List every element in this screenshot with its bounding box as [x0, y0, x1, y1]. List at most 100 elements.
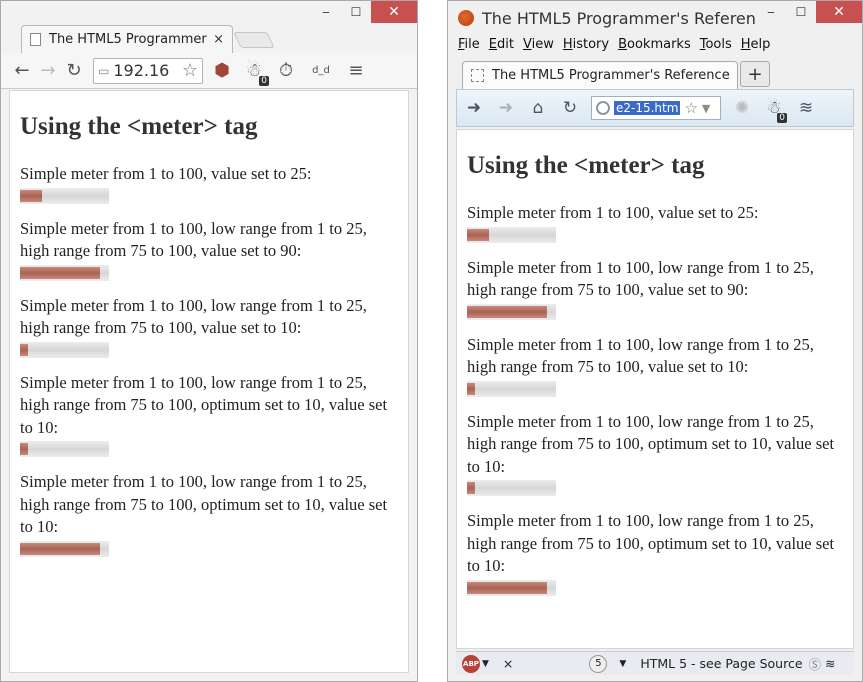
menu-item-help[interactable]: Help	[741, 37, 771, 52]
url-text: e2-15.htm	[614, 101, 681, 115]
menu-item-view[interactable]: View	[523, 37, 554, 52]
minimize-button[interactable]: ‒	[756, 1, 786, 23]
maximize-button[interactable]: ☐	[341, 1, 371, 23]
meter-fill	[20, 343, 29, 356]
forward-arrow-icon[interactable]: →	[35, 58, 61, 84]
layers-icon[interactable]: ≋	[795, 95, 817, 121]
menu-item-edit[interactable]: Edit	[489, 37, 514, 52]
chrome-tab[interactable]: The HTML5 Programmer's ×	[21, 25, 233, 53]
menu-access-key: B	[618, 37, 628, 52]
meter-fill	[20, 542, 100, 555]
firefox-navbar: ➜ ➜ ⌂ ↻ e2-15.htm ☆ ▼ ✺ ☃ 0 ≋	[456, 89, 854, 127]
firefox-titlebar: The HTML5 Programmer's Referen ‒ ☐ ✕	[448, 1, 862, 35]
close-window-button[interactable]: ✕	[816, 1, 862, 23]
menu-item-bookmarks[interactable]: Bookmarks	[618, 37, 691, 52]
chrome-toolbar: ← → ↻ ▭ 192.16 ☆ ⬢ ☃ 0 ⏱ d_d ≡	[1, 53, 417, 89]
menu-label-rest: elp	[750, 37, 771, 52]
close-icon[interactable]: ×	[503, 656, 513, 671]
meter-description: Simple meter from 1 to 100, value set to…	[20, 164, 312, 183]
new-tab-button[interactable]: +	[740, 61, 770, 87]
close-window-button[interactable]: ✕	[371, 1, 417, 23]
chrome-titlebar: The HTML5 Programmer's × ‒ ☐ ✕	[1, 1, 417, 53]
minimize-button[interactable]: ‒	[311, 1, 341, 23]
ghostery-icon[interactable]: ☃ 0	[763, 95, 787, 123]
extension-icon[interactable]: d_d	[305, 58, 337, 84]
menu-item-file[interactable]: File	[458, 37, 480, 52]
page-icon	[30, 33, 41, 46]
layers-icon[interactable]: ≋	[825, 656, 835, 671]
firefox-tab[interactable]: The HTML5 Programmer's Reference	[462, 61, 738, 89]
extension-badge: 0	[259, 75, 269, 86]
skype-icon[interactable]: Ⓢ	[809, 654, 822, 673]
extension-badge: 0	[777, 113, 787, 123]
close-tab-icon[interactable]: ×	[213, 32, 224, 47]
menu-label-rest: ile	[464, 37, 480, 52]
back-arrow-icon[interactable]: ➜	[463, 95, 485, 121]
menu-label-rest: ookmarks	[627, 37, 691, 52]
bookmark-star-icon[interactable]: ☆	[182, 60, 198, 81]
adblock-icon[interactable]: ABP	[462, 654, 480, 673]
meter-bar	[20, 264, 109, 281]
meter-example: Simple meter from 1 to 100, low range fr…	[20, 218, 398, 281]
chevron-down-icon[interactable]: ▼	[482, 659, 489, 669]
menu-icon[interactable]: ≡	[343, 58, 369, 84]
meter-example: Simple meter from 1 to 100, low range fr…	[467, 257, 843, 320]
ghostery-icon[interactable]: ☃ 0	[241, 58, 269, 86]
chevron-down-icon[interactable]: ▼	[619, 659, 626, 669]
firefox-logo-icon	[458, 10, 474, 26]
firefox-tab-title: The HTML5 Programmer's Reference	[492, 68, 730, 83]
meter-bar	[467, 226, 556, 243]
meter-fill	[467, 382, 476, 395]
page-icon	[471, 69, 484, 82]
address-text: 192.16	[113, 61, 170, 80]
chevron-down-icon[interactable]: ▼	[702, 102, 710, 115]
timer-icon[interactable]: ⏱	[273, 58, 299, 84]
meter-description: Simple meter from 1 to 100, low range fr…	[467, 257, 814, 300]
stop-sign-icon[interactable]: ⬢	[209, 58, 235, 84]
home-icon[interactable]: ⌂	[527, 95, 549, 121]
menu-label-rest: ools	[705, 37, 732, 52]
menu-item-tools[interactable]: Tools	[700, 37, 732, 52]
meter-bar	[467, 303, 556, 320]
page-icon: ▭	[98, 63, 110, 78]
firefox-window-controls: ‒ ☐ ✕	[756, 1, 862, 23]
loading-spinner-icon: ✺	[734, 98, 750, 118]
meter-example: Simple meter from 1 to 100, value set to…	[467, 202, 843, 243]
address-bar[interactable]: ▭ 192.16 ☆	[93, 57, 203, 84]
reload-icon[interactable]: ↻	[61, 58, 87, 84]
menu-item-history[interactable]: History	[563, 37, 609, 52]
meter-description: Simple meter from 1 to 100, low range fr…	[467, 511, 835, 575]
forward-arrow-icon[interactable]: ➜	[495, 95, 517, 121]
meter-description: Simple meter from 1 to 100, low range fr…	[20, 295, 367, 338]
firefox-page-viewport: Using the <meter> tag Simple meter from …	[456, 129, 854, 649]
meter-description: Simple meter from 1 to 100, low range fr…	[467, 411, 835, 476]
back-arrow-icon[interactable]: ←	[9, 58, 35, 84]
meter-fill	[467, 581, 547, 594]
meter-example: Simple meter from 1 to 100, value set to…	[20, 163, 398, 204]
counter-badge[interactable]: 5	[589, 654, 608, 673]
window-title: The HTML5 Programmer's Referen	[482, 8, 756, 28]
meter-fill	[467, 305, 547, 318]
menu-label-rest: dit	[497, 37, 514, 52]
meter-fill	[467, 482, 476, 494]
meter-bar	[20, 341, 109, 358]
menu-access-key: H	[562, 37, 573, 52]
menu-access-key: H	[740, 37, 751, 52]
meter-bar	[467, 579, 556, 596]
menu-access-key: E	[488, 37, 497, 52]
meter-bar	[20, 441, 109, 457]
meter-bar	[20, 540, 109, 557]
chrome-window-controls: ‒ ☐ ✕	[311, 1, 417, 23]
meter-bar	[467, 480, 556, 496]
meter-example: Simple meter from 1 to 100, low range fr…	[20, 471, 398, 557]
url-bar[interactable]: e2-15.htm ☆ ▼	[591, 96, 721, 120]
maximize-button[interactable]: ☐	[786, 1, 816, 23]
meter-fill	[467, 228, 489, 241]
meter-fill	[20, 266, 100, 279]
reload-icon[interactable]: ↻	[559, 95, 581, 121]
meter-description: Simple meter from 1 to 100, low range fr…	[20, 372, 388, 437]
bookmark-star-icon[interactable]: ☆	[684, 99, 697, 117]
chrome-window: The HTML5 Programmer's × ‒ ☐ ✕ ← → ↻ ▭ 1…	[0, 0, 418, 682]
new-tab-button[interactable]	[233, 32, 275, 48]
globe-icon	[596, 101, 610, 115]
